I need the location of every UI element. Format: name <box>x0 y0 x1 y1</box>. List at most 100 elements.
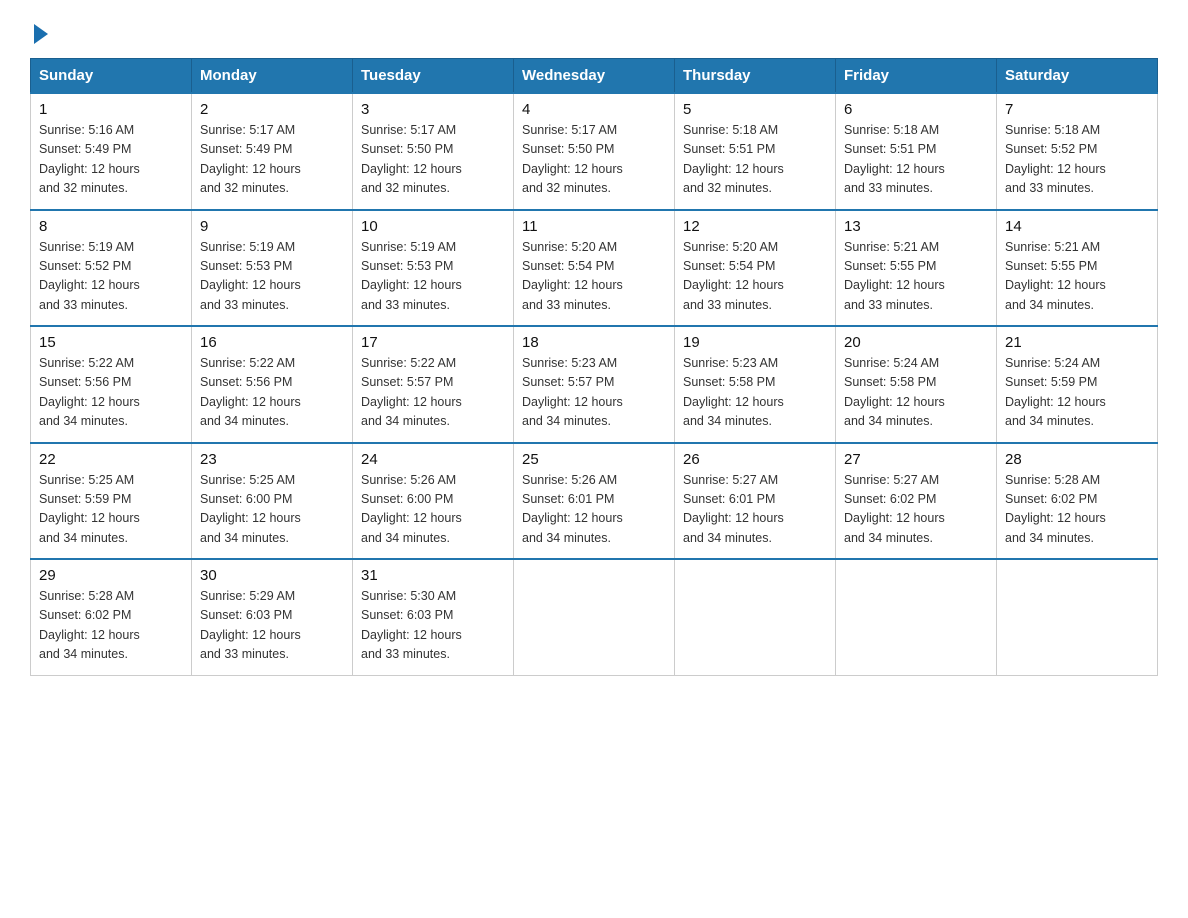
calendar-cell: 16Sunrise: 5:22 AMSunset: 5:56 PMDayligh… <box>192 326 353 443</box>
calendar-cell: 6 Sunrise: 5:18 AMSunset: 5:51 PMDaylight… <box>836 93 997 210</box>
calendar-cell: 11 Sunrise: 5:20 AMSunset: 5:54 PMDayligh… <box>514 210 675 327</box>
day-number: 5 <box>683 101 827 118</box>
calendar-cell: 27Sunrise: 5:27 AMSunset: 6:02 PMDayligh… <box>836 443 997 560</box>
sun-info: Sunrise: 5:29 AMSunset: 6:03 PMDaylight:… <box>200 587 344 665</box>
weekday-header-monday: Monday <box>192 59 353 94</box>
calendar-week-1: 1 Sunrise: 5:16 AMSunset: 5:49 PMDaylight… <box>31 93 1158 210</box>
calendar-cell: 31Sunrise: 5:30 AMSunset: 6:03 PMDayligh… <box>353 559 514 675</box>
day-number: 19 <box>683 334 827 351</box>
weekday-header-tuesday: Tuesday <box>353 59 514 94</box>
weekday-header-sunday: Sunday <box>31 59 192 94</box>
calendar-cell: 9 Sunrise: 5:19 AMSunset: 5:53 PMDaylight… <box>192 210 353 327</box>
sun-info: Sunrise: 5:25 AMSunset: 5:59 PMDaylight:… <box>39 471 183 549</box>
day-number: 22 <box>39 451 183 468</box>
weekday-header-row: SundayMondayTuesdayWednesdayThursdayFrid… <box>31 59 1158 94</box>
calendar-week-5: 29Sunrise: 5:28 AMSunset: 6:02 PMDayligh… <box>31 559 1158 675</box>
day-number: 9 <box>200 218 344 235</box>
sun-info: Sunrise: 5:17 AMSunset: 5:50 PMDaylight:… <box>522 121 666 199</box>
calendar-cell: 7 Sunrise: 5:18 AMSunset: 5:52 PMDaylight… <box>997 93 1158 210</box>
day-number: 10 <box>361 218 505 235</box>
sun-info: Sunrise: 5:19 AMSunset: 5:53 PMDaylight:… <box>200 238 344 316</box>
calendar-cell <box>997 559 1158 675</box>
sun-info: Sunrise: 5:28 AMSunset: 6:02 PMDaylight:… <box>1005 471 1149 549</box>
day-number: 20 <box>844 334 988 351</box>
sun-info: Sunrise: 5:17 AMSunset: 5:50 PMDaylight:… <box>361 121 505 199</box>
calendar-week-3: 15 Sunrise: 5:22 AMSunset: 5:56 PMDayligh… <box>31 326 1158 443</box>
day-number: 29 <box>39 567 183 584</box>
sun-info: Sunrise: 5:25 AMSunset: 6:00 PMDaylight:… <box>200 471 344 549</box>
calendar-cell: 13 Sunrise: 5:21 AMSunset: 5:55 PMDayligh… <box>836 210 997 327</box>
logo-arrow-icon <box>34 24 48 44</box>
calendar-cell: 29Sunrise: 5:28 AMSunset: 6:02 PMDayligh… <box>31 559 192 675</box>
sun-info: Sunrise: 5:16 AMSunset: 5:49 PMDaylight:… <box>39 121 183 199</box>
sun-info: Sunrise: 5:19 AMSunset: 5:53 PMDaylight:… <box>361 238 505 316</box>
calendar-cell: 24 Sunrise: 5:26 AMSunset: 6:00 PMDayligh… <box>353 443 514 560</box>
day-number: 2 <box>200 101 344 118</box>
weekday-header-friday: Friday <box>836 59 997 94</box>
day-number: 8 <box>39 218 183 235</box>
sun-info: Sunrise: 5:17 AMSunset: 5:49 PMDaylight:… <box>200 121 344 199</box>
day-number: 11 <box>522 218 666 235</box>
sun-info: Sunrise: 5:18 AMSunset: 5:52 PMDaylight:… <box>1005 121 1149 199</box>
calendar-week-2: 8 Sunrise: 5:19 AMSunset: 5:52 PMDaylight… <box>31 210 1158 327</box>
calendar-cell: 12 Sunrise: 5:20 AMSunset: 5:54 PMDayligh… <box>675 210 836 327</box>
calendar-cell: 25 Sunrise: 5:26 AMSunset: 6:01 PMDayligh… <box>514 443 675 560</box>
day-number: 21 <box>1005 334 1149 351</box>
calendar-cell: 28 Sunrise: 5:28 AMSunset: 6:02 PMDayligh… <box>997 443 1158 560</box>
sun-info: Sunrise: 5:22 AMSunset: 5:56 PMDaylight:… <box>39 354 183 432</box>
sun-info: Sunrise: 5:19 AMSunset: 5:52 PMDaylight:… <box>39 238 183 316</box>
calendar-cell: 22 Sunrise: 5:25 AMSunset: 5:59 PMDayligh… <box>31 443 192 560</box>
calendar-cell: 26Sunrise: 5:27 AMSunset: 6:01 PMDayligh… <box>675 443 836 560</box>
day-number: 6 <box>844 101 988 118</box>
calendar-cell: 10 Sunrise: 5:19 AMSunset: 5:53 PMDayligh… <box>353 210 514 327</box>
sun-info: Sunrise: 5:24 AMSunset: 5:59 PMDaylight:… <box>1005 354 1149 432</box>
calendar-cell: 14 Sunrise: 5:21 AMSunset: 5:55 PMDayligh… <box>997 210 1158 327</box>
day-number: 13 <box>844 218 988 235</box>
calendar-table: SundayMondayTuesdayWednesdayThursdayFrid… <box>30 58 1158 676</box>
sun-info: Sunrise: 5:20 AMSunset: 5:54 PMDaylight:… <box>522 238 666 316</box>
calendar-cell: 8 Sunrise: 5:19 AMSunset: 5:52 PMDaylight… <box>31 210 192 327</box>
logo <box>30 20 48 40</box>
sun-info: Sunrise: 5:21 AMSunset: 5:55 PMDaylight:… <box>1005 238 1149 316</box>
calendar-cell: 3 Sunrise: 5:17 AMSunset: 5:50 PMDaylight… <box>353 93 514 210</box>
day-number: 14 <box>1005 218 1149 235</box>
day-number: 25 <box>522 451 666 468</box>
sun-info: Sunrise: 5:20 AMSunset: 5:54 PMDaylight:… <box>683 238 827 316</box>
calendar-body: 1 Sunrise: 5:16 AMSunset: 5:49 PMDaylight… <box>31 93 1158 675</box>
day-number: 26 <box>683 451 827 468</box>
day-number: 27 <box>844 451 988 468</box>
day-number: 30 <box>200 567 344 584</box>
weekday-header-thursday: Thursday <box>675 59 836 94</box>
sun-info: Sunrise: 5:23 AMSunset: 5:58 PMDaylight:… <box>683 354 827 432</box>
calendar-cell: 21 Sunrise: 5:24 AMSunset: 5:59 PMDayligh… <box>997 326 1158 443</box>
sun-info: Sunrise: 5:22 AMSunset: 5:57 PMDaylight:… <box>361 354 505 432</box>
calendar-cell: 17 Sunrise: 5:22 AMSunset: 5:57 PMDayligh… <box>353 326 514 443</box>
calendar-cell: 5 Sunrise: 5:18 AMSunset: 5:51 PMDaylight… <box>675 93 836 210</box>
day-number: 4 <box>522 101 666 118</box>
day-number: 7 <box>1005 101 1149 118</box>
sun-info: Sunrise: 5:18 AMSunset: 5:51 PMDaylight:… <box>844 121 988 199</box>
calendar-cell: 1 Sunrise: 5:16 AMSunset: 5:49 PMDaylight… <box>31 93 192 210</box>
weekday-header-saturday: Saturday <box>997 59 1158 94</box>
day-number: 17 <box>361 334 505 351</box>
calendar-cell: 4 Sunrise: 5:17 AMSunset: 5:50 PMDaylight… <box>514 93 675 210</box>
day-number: 3 <box>361 101 505 118</box>
calendar-cell: 2 Sunrise: 5:17 AMSunset: 5:49 PMDaylight… <box>192 93 353 210</box>
sun-info: Sunrise: 5:26 AMSunset: 6:00 PMDaylight:… <box>361 471 505 549</box>
day-number: 31 <box>361 567 505 584</box>
calendar-cell <box>675 559 836 675</box>
sun-info: Sunrise: 5:24 AMSunset: 5:58 PMDaylight:… <box>844 354 988 432</box>
calendar-cell: 20 Sunrise: 5:24 AMSunset: 5:58 PMDayligh… <box>836 326 997 443</box>
day-number: 28 <box>1005 451 1149 468</box>
day-number: 15 <box>39 334 183 351</box>
sun-info: Sunrise: 5:26 AMSunset: 6:01 PMDaylight:… <box>522 471 666 549</box>
day-number: 16 <box>200 334 344 351</box>
calendar-cell: 23 Sunrise: 5:25 AMSunset: 6:00 PMDayligh… <box>192 443 353 560</box>
day-number: 12 <box>683 218 827 235</box>
sun-info: Sunrise: 5:18 AMSunset: 5:51 PMDaylight:… <box>683 121 827 199</box>
day-number: 23 <box>200 451 344 468</box>
day-number: 24 <box>361 451 505 468</box>
calendar-week-4: 22 Sunrise: 5:25 AMSunset: 5:59 PMDayligh… <box>31 443 1158 560</box>
day-number: 1 <box>39 101 183 118</box>
sun-info: Sunrise: 5:21 AMSunset: 5:55 PMDaylight:… <box>844 238 988 316</box>
